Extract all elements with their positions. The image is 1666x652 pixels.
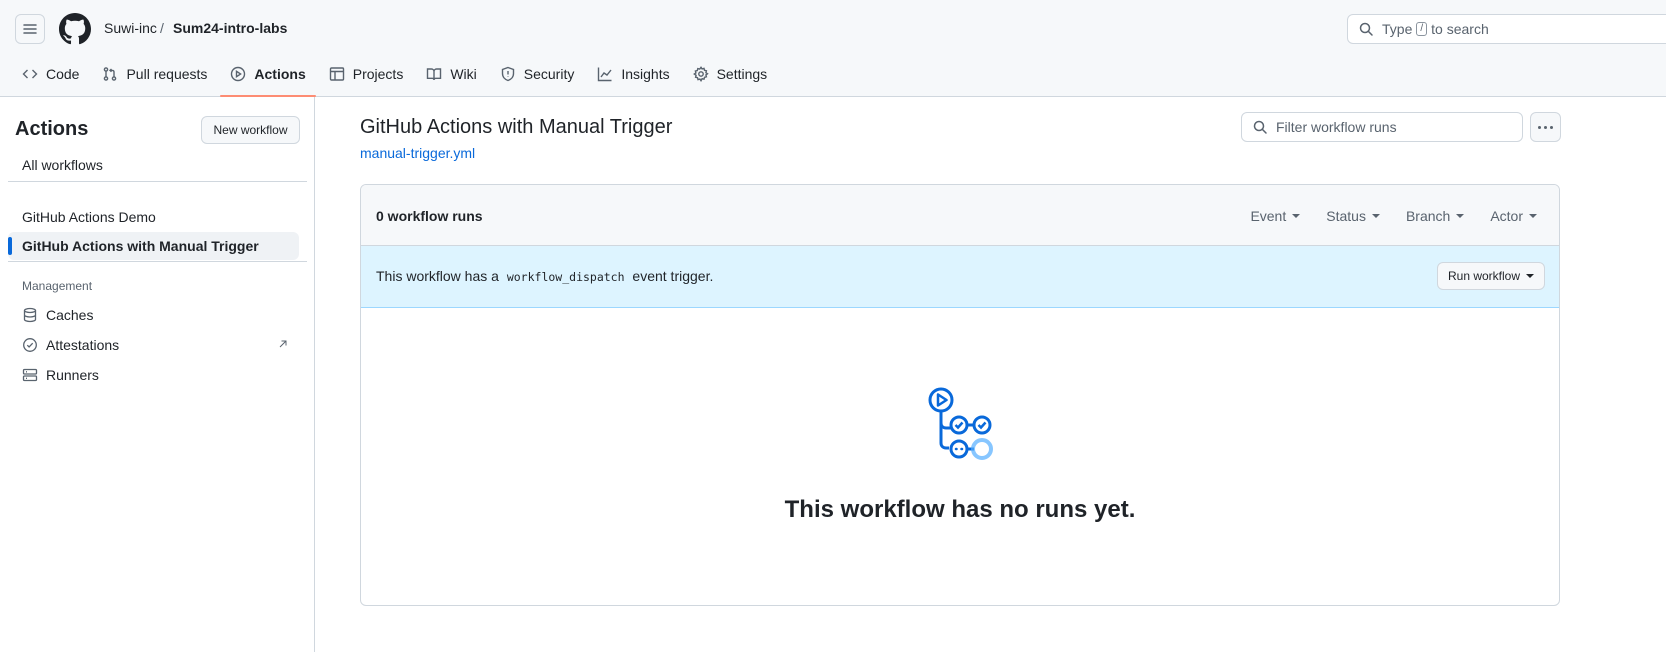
- sidebar-item-label: Caches: [46, 307, 94, 323]
- empty-state-message: This workflow has no runs yet.: [784, 496, 1136, 523]
- tab-actions[interactable]: Actions: [220, 57, 317, 97]
- kebab-dot: [1538, 125, 1541, 129]
- event-filter-label: Event: [1250, 208, 1287, 224]
- status-filter-label: Status: [1326, 208, 1366, 224]
- tab-code-label: Code: [46, 66, 80, 82]
- run-workflow-label: Run workflow: [1447, 269, 1521, 283]
- sidebar-item-workflow-active[interactable]: GitHub Actions with Manual Trigger: [8, 232, 299, 260]
- search-suffix: to search: [1431, 21, 1489, 37]
- caret-down-icon: [1292, 214, 1301, 218]
- database-icon: [23, 307, 37, 323]
- page-title: GitHub Actions with Manual Trigger: [360, 116, 673, 138]
- new-workflow-button[interactable]: New workflow: [201, 116, 300, 144]
- sidebar-item-label: Attestations: [46, 337, 120, 353]
- event-filter-dropdown[interactable]: Event: [1250, 208, 1301, 224]
- actions-sidebar: Actions New workflow All workflows GitHu…: [0, 97, 315, 652]
- search-shortcut-key: /: [1416, 22, 1428, 36]
- github-logo-icon[interactable]: [59, 13, 91, 45]
- run-workflow-button[interactable]: Run workflow: [1437, 262, 1545, 290]
- sidebar-item-label: Runners: [46, 367, 99, 383]
- tab-insights[interactable]: Insights: [587, 57, 679, 91]
- sidebar-item-label: All workflows: [22, 157, 103, 173]
- sidebar-divider: [8, 261, 307, 262]
- branch-filter-dropdown[interactable]: Branch: [1405, 208, 1465, 224]
- external-link-icon: [279, 340, 287, 348]
- graph-icon: [598, 67, 612, 82]
- tab-pull-requests-label: Pull requests: [126, 66, 208, 82]
- tab-code[interactable]: Code: [12, 57, 89, 91]
- search-icon: [1253, 120, 1267, 134]
- workflow-icon: [928, 387, 993, 460]
- sidebar-item-label: GitHub Actions with Manual Trigger: [22, 238, 259, 254]
- banner-suffix: event trigger.: [632, 268, 714, 284]
- menu-button[interactable]: [15, 14, 45, 44]
- code-icon: [22, 69, 38, 79]
- runs-filters: Event Status Branch Actor: [1250, 208, 1537, 224]
- filter-runs-input[interactable]: Filter workflow runs: [1241, 112, 1523, 142]
- caret-down-icon: [1371, 214, 1380, 218]
- tab-wiki-label: Wiki: [450, 66, 477, 82]
- verified-icon: [23, 338, 37, 352]
- kebab-dot: [1544, 125, 1547, 129]
- search-icon: [1359, 22, 1373, 36]
- kebab-dot: [1550, 125, 1553, 129]
- hamburger-icon: [23, 24, 37, 34]
- tab-insights-label: Insights: [621, 66, 670, 82]
- banner-code: workflow_dispatch: [506, 270, 625, 284]
- tab-settings-label: Settings: [716, 66, 768, 82]
- status-filter-dropdown[interactable]: Status: [1326, 208, 1380, 224]
- repo-owner-link[interactable]: Suwi-inc: [104, 20, 157, 36]
- sidebar-item-workflow[interactable]: GitHub Actions Demo: [8, 203, 299, 231]
- repo-tabs: Code Pull requests Actions Projects Wiki…: [12, 57, 780, 97]
- branch-filter-label: Branch: [1405, 208, 1451, 224]
- sidebar-divider: [8, 181, 307, 182]
- tab-projects-label: Projects: [352, 66, 404, 82]
- more-options-button[interactable]: [1530, 112, 1561, 142]
- tab-security[interactable]: Security: [490, 57, 585, 91]
- gear-icon: [692, 66, 709, 82]
- filter-placeholder: Filter workflow runs: [1276, 119, 1397, 135]
- app-header: Suwi-inc / Sum24-intro-labs Type / to se…: [0, 0, 1666, 97]
- play-icon: [231, 66, 246, 82]
- caret-down-icon: [1526, 274, 1535, 278]
- runs-count: 0 workflow runs: [376, 208, 483, 224]
- caret-down-icon: [1529, 214, 1537, 218]
- runs-header: 0 workflow runs Event Status Branch Acto…: [361, 185, 1559, 246]
- sidebar-item-attestations[interactable]: Attestations: [8, 331, 299, 359]
- management-heading: Management: [22, 279, 93, 293]
- actor-filter-dropdown[interactable]: Actor: [1490, 208, 1537, 224]
- sidebar-title: Actions: [15, 118, 89, 140]
- server-icon: [22, 368, 38, 382]
- tab-projects[interactable]: Projects: [319, 57, 414, 91]
- sidebar-item-caches[interactable]: Caches: [8, 301, 299, 329]
- dispatch-banner: This workflow has a workflow_dispatch ev…: [361, 246, 1559, 308]
- tab-actions-label: Actions: [254, 66, 306, 82]
- workflow-file-link[interactable]: manual-trigger.yml: [360, 145, 475, 161]
- repo-name-link[interactable]: Sum24-intro-labs: [173, 20, 287, 36]
- sidebar-item-all-workflows[interactable]: All workflows: [8, 151, 299, 179]
- sidebar-item-label: GitHub Actions Demo: [22, 209, 156, 225]
- tab-pull-requests[interactable]: Pull requests: [92, 57, 217, 91]
- actor-filter-label: Actor: [1490, 208, 1523, 224]
- pull-request-icon: [104, 67, 117, 81]
- breadcrumb-separator: /: [160, 20, 164, 36]
- banner-text: This workflow has a workflow_dispatch ev…: [376, 268, 713, 284]
- search-input[interactable]: Type / to search: [1347, 14, 1666, 44]
- caret-down-icon: [1456, 214, 1465, 218]
- shield-icon: [501, 66, 514, 82]
- banner-prefix: This workflow has a: [376, 268, 499, 284]
- tab-settings[interactable]: Settings: [683, 57, 778, 91]
- search-prefix: Type: [1382, 21, 1413, 37]
- sidebar-item-runners[interactable]: Runners: [8, 361, 299, 389]
- tab-security-label: Security: [523, 66, 575, 82]
- tab-wiki[interactable]: Wiki: [416, 57, 486, 91]
- table-icon: [329, 67, 344, 81]
- book-icon: [427, 68, 442, 81]
- workflow-runs-box: 0 workflow runs Event Status Branch Acto…: [360, 184, 1560, 606]
